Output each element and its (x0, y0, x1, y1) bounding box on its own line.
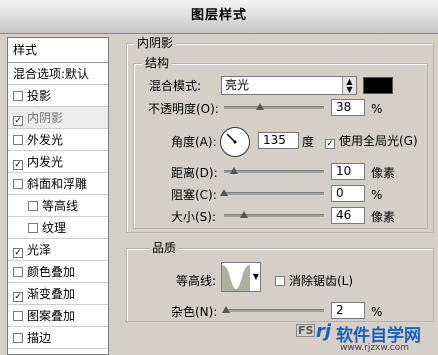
style-item-label: 外发光 (27, 133, 64, 147)
size-slider-thumb[interactable] (240, 211, 248, 218)
distance-slider[interactable] (224, 170, 324, 173)
style-item-outer-glow[interactable]: 外发光 (8, 129, 108, 151)
style-checkbox[interactable] (13, 333, 23, 343)
blend-options-item[interactable]: 混合选项:默认 (8, 63, 108, 85)
distance-label: 距离(D): (171, 166, 218, 180)
watermark-url: www.rjzxw.com (340, 343, 409, 353)
style-item-contour[interactable]: 等高线 (8, 195, 108, 217)
size-slider[interactable] (224, 214, 324, 217)
style-checkbox[interactable]: ✓ (13, 248, 23, 258)
style-item-label: 内阴影 (27, 111, 64, 125)
style-item-label: 图案叠加 (27, 309, 76, 323)
distance-slider-thumb[interactable] (230, 167, 238, 174)
style-checkbox[interactable] (13, 91, 23, 101)
style-item-color-overlay[interactable]: 颜色叠加 (8, 261, 108, 283)
size-field[interactable]: 46 (331, 207, 365, 224)
contour-picker[interactable]: ▼ (221, 262, 261, 292)
style-item-bevel-emboss[interactable]: 斜面和浮雕 (8, 173, 108, 195)
choke-label: 阻塞(C): (171, 188, 217, 202)
angle-dial[interactable] (220, 127, 250, 157)
contour-dropdown-arrow-icon[interactable]: ▼ (253, 272, 259, 281)
inner-shadow-title: 内阴影 (134, 36, 177, 50)
dialog-title-bar: 图层样式 (0, 0, 438, 34)
style-item-label: 描边 (27, 331, 52, 345)
noise-slider-thumb[interactable] (222, 306, 230, 313)
choke-unit: % (371, 188, 383, 202)
style-checkbox[interactable] (13, 179, 23, 189)
style-checkbox[interactable] (13, 135, 23, 145)
style-item-pattern-overlay[interactable]: 图案叠加 (8, 305, 108, 327)
style-item-inner-glow[interactable]: ✓ 内发光 (8, 151, 108, 173)
style-checkbox[interactable] (13, 267, 23, 277)
opacity-label: 不透明度(O): (148, 102, 219, 116)
size-label: 大小(S): (171, 210, 217, 224)
style-item-drop-shadow[interactable]: 投影 (8, 85, 108, 107)
style-item-label: 内发光 (27, 155, 64, 169)
noise-unit: % (371, 305, 383, 319)
global-light-label: 使用全局光(G) (339, 134, 418, 148)
distance-field[interactable]: 10 (331, 163, 365, 180)
select-arrows-icon: ▲ ▼ (342, 77, 356, 94)
contour-label: 等高线: (176, 274, 217, 288)
style-checkbox[interactable]: ✓ (13, 160, 23, 170)
style-item-satin[interactable]: ✓ 光泽 (8, 239, 108, 261)
style-item-gradient-overlay[interactable]: ✓ 渐变叠加 (8, 283, 108, 305)
blend-mode-select[interactable]: 亮光 ▲ ▼ (221, 76, 357, 95)
style-checkbox[interactable]: ✓ (13, 292, 23, 302)
noise-label: 杂色(N): (171, 305, 218, 319)
style-item-stroke[interactable]: 描边 (8, 327, 108, 349)
style-item-label: 渐变叠加 (27, 287, 76, 301)
size-unit: 像素 (371, 210, 396, 224)
angle-label: 角度(A): (171, 135, 217, 149)
opacity-field[interactable]: 38 (331, 99, 365, 116)
styles-list: 样式 混合选项:默认 投影 ✓ 内阴影 外发光 ✓ 内发光 斜面和浮雕 等高线 纹理… (7, 37, 109, 355)
style-checkbox[interactable] (28, 201, 38, 211)
contour-curve-icon (222, 263, 250, 291)
style-item-label: 光泽 (27, 243, 52, 257)
structure-title: 结构 (142, 56, 173, 70)
antialias-option[interactable]: 消除锯齿(L) (275, 274, 353, 288)
style-item-label: 投影 (27, 89, 52, 103)
opacity-unit: % (371, 102, 383, 116)
site-watermark-logo: FS rj 软件自学网 www.rjzxw.com (296, 321, 421, 353)
style-item-texture[interactable]: 纹理 (8, 217, 108, 239)
opacity-slider[interactable] (224, 106, 324, 109)
angle-unit: 度 (302, 135, 315, 149)
choke-field[interactable]: 0 (331, 185, 365, 202)
style-item-label: 斜面和浮雕 (27, 177, 88, 191)
angle-field[interactable]: 135 (258, 132, 299, 149)
style-checkbox[interactable] (28, 223, 38, 233)
angle-needle-icon (226, 133, 237, 144)
style-checkbox[interactable]: ✓ (13, 116, 23, 126)
style-item-label: 纹理 (42, 221, 67, 235)
global-light-option[interactable]: ✓ 使用全局光(G) (325, 134, 418, 149)
noise-field[interactable]: 2 (331, 302, 365, 319)
style-item-label: 颜色叠加 (27, 265, 76, 279)
quality-title: 品质 (149, 241, 180, 255)
blend-mode-label: 混合模式: (149, 79, 202, 93)
style-checkbox[interactable] (13, 311, 23, 321)
styles-header[interactable]: 样式 (8, 38, 108, 63)
style-item-inner-shadow[interactable]: ✓ 内阴影 (8, 107, 108, 129)
blend-mode-value: 亮光 (225, 78, 250, 92)
global-light-checkbox[interactable]: ✓ (325, 139, 335, 149)
style-item-label: 等高线 (42, 199, 79, 213)
opacity-slider-thumb[interactable] (256, 103, 264, 110)
dialog-title: 图层样式 (190, 8, 247, 23)
distance-unit: 像素 (371, 166, 396, 180)
shadow-color-swatch[interactable] (363, 77, 393, 94)
choke-slider-thumb[interactable] (220, 189, 228, 196)
noise-slider[interactable] (224, 309, 324, 312)
antialias-label: 消除锯齿(L) (289, 274, 354, 288)
antialias-checkbox[interactable] (275, 276, 285, 286)
choke-slider[interactable] (224, 192, 324, 195)
